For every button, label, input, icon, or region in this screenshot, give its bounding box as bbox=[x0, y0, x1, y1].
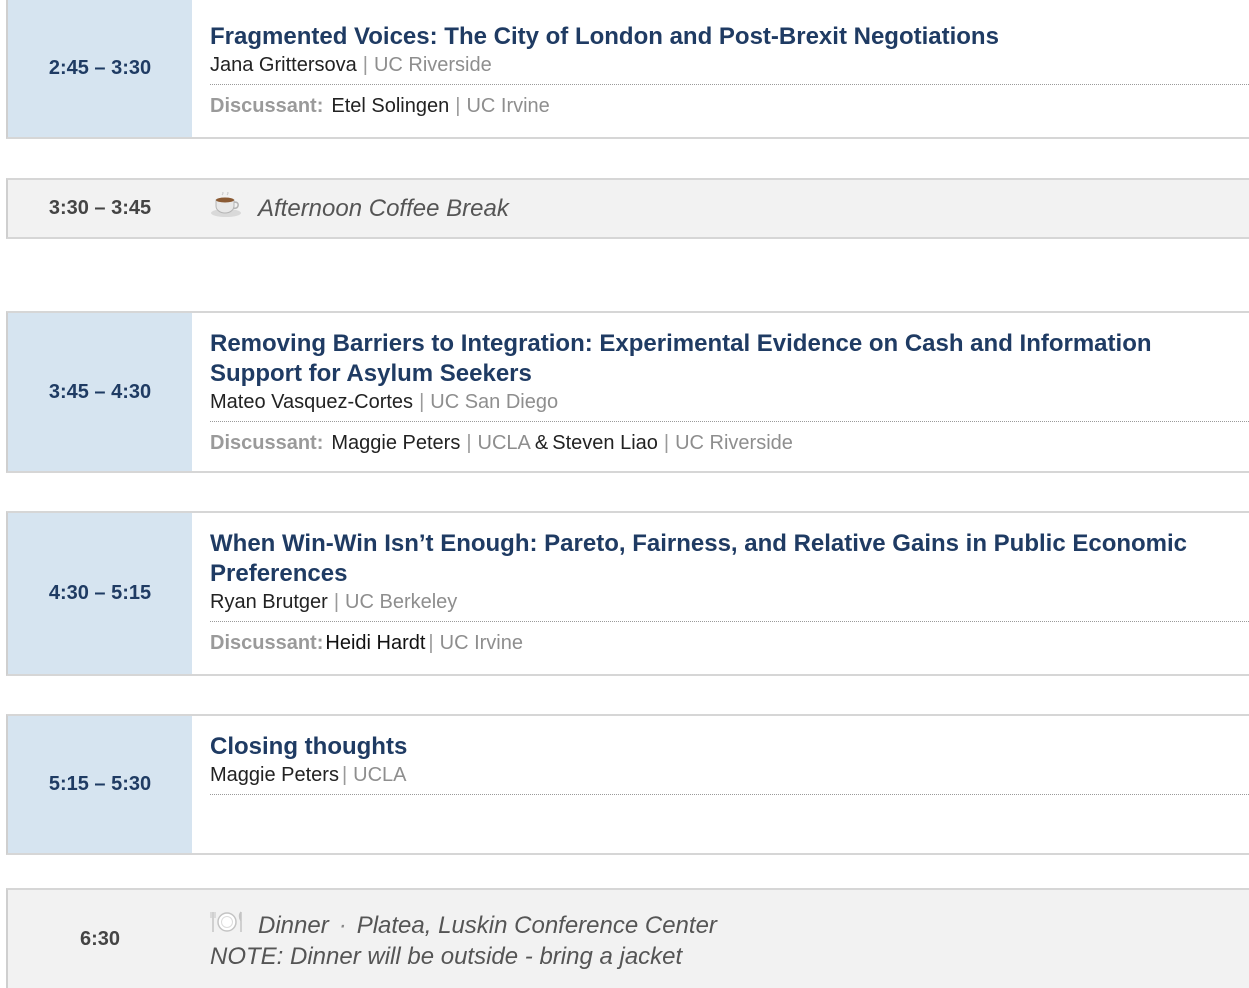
dinner-content: Dinner · Platea, Luskin Conference Cente… bbox=[192, 906, 717, 972]
session-content: Closing thoughts Maggie Peters | UCLA bbox=[192, 716, 1249, 853]
discussant-affiliation: UCLA bbox=[477, 432, 531, 454]
discussant-line: Discussant: Maggie Peters | UCLA & Steven Lia… bbox=[210, 422, 1249, 466]
presenter-line: Mateo Vasquez-Cortes | UC San Diego bbox=[210, 389, 1249, 422]
coffee-cup-icon bbox=[210, 190, 244, 225]
presenter-affiliation: UCLA bbox=[353, 764, 407, 786]
talk-title: Removing Barriers to Integration: Experi… bbox=[210, 330, 1152, 387]
presenter-name: Jana Grittersova bbox=[210, 54, 357, 76]
presenter-line: Maggie Peters | UCLA bbox=[210, 762, 1249, 795]
dinner-time: 6:30 bbox=[79, 927, 121, 950]
dinner-block: 6:30 Dinner · Platea, Luskin Conference … bbox=[6, 888, 1249, 988]
session-block: 4:30 – 5:15 When Win-Win Isn’t Enough: P… bbox=[6, 511, 1249, 676]
dinner-dot: · bbox=[338, 912, 347, 939]
separator: | bbox=[455, 95, 461, 117]
separator: | bbox=[333, 591, 340, 613]
discussant-label: Discussant: bbox=[210, 632, 324, 654]
separator: | bbox=[428, 632, 434, 654]
break-content: Afternoon Coffee Break bbox=[192, 190, 509, 225]
discussant-affiliation: UC Riverside bbox=[675, 432, 793, 454]
presenter-line: Jana Grittersova | UC Riverside bbox=[210, 52, 1249, 85]
session-time: 3:45 – 4:30 bbox=[8, 313, 192, 471]
presenter-affiliation: UC Riverside bbox=[373, 54, 492, 76]
break-time: 3:30 – 3:45 bbox=[48, 197, 152, 219]
session-block: 2:45 – 3:30 Fragmented Voices: The City … bbox=[6, 0, 1249, 139]
discussant-name: Steven Liao bbox=[552, 432, 658, 454]
presenter-line: Ryan Brutger | UC Berkeley bbox=[210, 589, 1249, 622]
talk-title: Fragmented Voices: The City of London an… bbox=[210, 23, 999, 50]
coffee-break-block: 3:30 – 3:45 Afternoon Coffee Break bbox=[6, 178, 1249, 239]
session-block: 3:45 – 4:30 Removing Barriers to Integra… bbox=[6, 311, 1249, 473]
discussant-label: Discussant: bbox=[210, 95, 324, 117]
separator: | bbox=[663, 432, 670, 454]
session-time: 4:30 – 5:15 bbox=[8, 513, 192, 674]
presenter-name: Ryan Brutger bbox=[210, 591, 328, 613]
discussant-name: Heidi Hardt bbox=[325, 632, 426, 654]
session-content: Removing Barriers to Integration: Experi… bbox=[192, 313, 1249, 471]
talk-title: Closing thoughts bbox=[210, 733, 408, 760]
separator: | bbox=[419, 391, 425, 413]
presenter-affiliation: UC San Diego bbox=[430, 391, 559, 413]
dinner-line: Dinner · Platea, Luskin Conference Cente… bbox=[210, 910, 717, 942]
session-content: When Win-Win Isn’t Enough: Pareto, Fairn… bbox=[192, 513, 1249, 674]
separator: | bbox=[341, 764, 348, 786]
dinner-label: Dinner bbox=[258, 912, 329, 939]
discussant-name: Etel Solingen bbox=[331, 95, 450, 117]
discussant-name: Maggie Peters bbox=[331, 432, 461, 454]
presenter-name: Maggie Peters bbox=[210, 764, 339, 786]
discussant-line: Discussant: Heidi Hardt | UC Irvine bbox=[210, 622, 1249, 666]
session-time: 5:15 – 5:30 bbox=[8, 716, 192, 853]
conjunction: & bbox=[534, 432, 549, 454]
session-content: Fragmented Voices: The City of London an… bbox=[192, 0, 1249, 137]
discussant-line: Discussant: Etel Solingen | UC Irvine bbox=[210, 85, 1249, 129]
session-time: 2:45 – 3:30 bbox=[8, 0, 192, 137]
talk-title: When Win-Win Isn’t Enough: Pareto, Fairn… bbox=[210, 530, 1188, 587]
discussant-label: Discussant: bbox=[210, 432, 324, 454]
discussant-affiliation: UC Irvine bbox=[439, 632, 523, 654]
presenter-name: Mateo Vasquez-Cortes bbox=[210, 391, 414, 413]
break-label: Afternoon Coffee Break bbox=[258, 194, 509, 222]
presenter-affiliation: UC Berkeley bbox=[345, 591, 458, 613]
dinner-note: NOTE: Dinner will be outside - bring a j… bbox=[210, 943, 683, 970]
session-block: 5:15 – 5:30 Closing thoughts Maggie Pete… bbox=[6, 714, 1249, 855]
separator: | bbox=[466, 432, 472, 454]
discussant-affiliation: UC Irvine bbox=[466, 95, 550, 117]
plate-cutlery-icon bbox=[210, 910, 244, 942]
separator: | bbox=[362, 54, 368, 76]
dinner-venue: Platea, Luskin Conference Center bbox=[356, 912, 717, 939]
